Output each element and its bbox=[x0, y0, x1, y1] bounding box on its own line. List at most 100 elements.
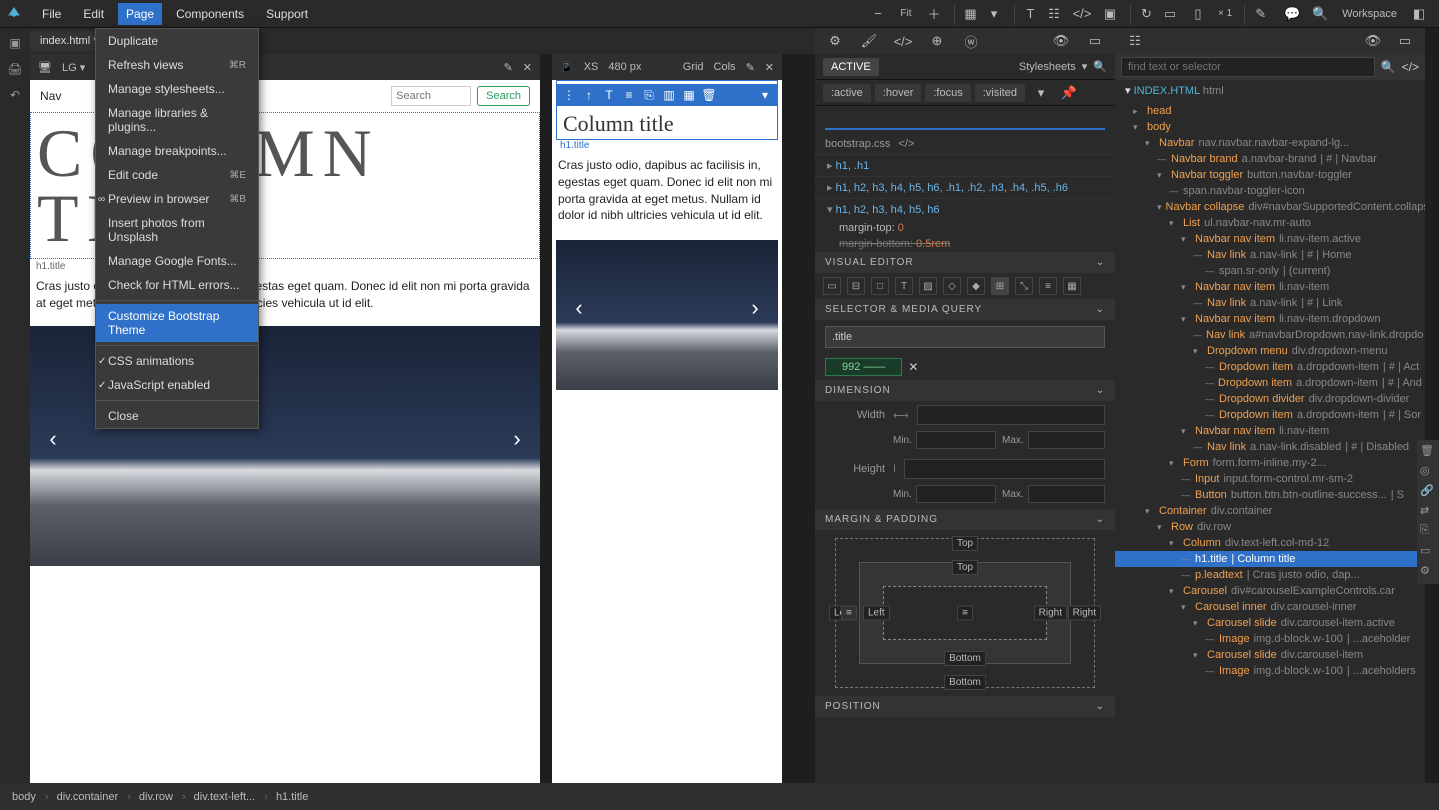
menu-item[interactable]: Manage stylesheets... bbox=[96, 77, 258, 101]
padding-top-input[interactable]: Top bbox=[952, 560, 978, 575]
tree-node[interactable]: ▾Container div.container bbox=[1115, 503, 1425, 519]
sel-col-icon[interactable]: ▥ bbox=[662, 88, 676, 102]
tree-node[interactable]: —Navbar brand a.navbar-brand | # | Navba… bbox=[1115, 151, 1425, 167]
height-input[interactable] bbox=[904, 459, 1105, 479]
breadcrumb-item[interactable]: body bbox=[12, 791, 49, 803]
lead-text[interactable]: Cras justo odio, dapibus ac facilisis in… bbox=[552, 151, 782, 230]
margin-lock-icon[interactable]: ≡ bbox=[841, 606, 857, 621]
tree-node[interactable]: —p.leadtext | Cras justo odio, dap... bbox=[1115, 567, 1425, 583]
pin-icon[interactable]: 📌 bbox=[1057, 82, 1081, 104]
carousel-prev-icon[interactable]: ‹ bbox=[38, 426, 68, 466]
breadcrumb-item[interactable]: div.row bbox=[139, 791, 186, 803]
wordpress-icon[interactable]: ⓦ bbox=[959, 30, 983, 52]
tree-node[interactable]: —Image img.d-block.w-100 | ...aceholder bbox=[1115, 631, 1425, 647]
tree-node[interactable]: ▾Column div.text-left.col-md-12 bbox=[1115, 535, 1425, 551]
layout-grid-icon[interactable]: ▦ bbox=[954, 3, 978, 25]
tree-node[interactable]: —Dropdown divider div.dropdown-divider bbox=[1115, 391, 1425, 407]
menu-item[interactable]: Manage libraries & plugins... bbox=[96, 101, 258, 139]
mq-clear-icon[interactable]: ✕ bbox=[908, 360, 918, 374]
stylesheets-menu-icon[interactable]: ▾ bbox=[1082, 60, 1088, 73]
tree-node[interactable]: —Button button.btn.btn-outline-success..… bbox=[1115, 487, 1425, 503]
tree-node[interactable]: ▾Row div.row bbox=[1115, 519, 1425, 535]
margin-top-input[interactable]: Top bbox=[952, 536, 978, 551]
sel-up-icon[interactable]: ↑ bbox=[582, 88, 596, 102]
text-tool-icon[interactable]: T bbox=[1014, 3, 1038, 25]
sel-text-icon[interactable]: T bbox=[602, 88, 616, 102]
structure-icon[interactable]: ☷ bbox=[1042, 3, 1066, 25]
tree-node[interactable]: —Nav link a#navbarDropdown.nav-link.drop… bbox=[1115, 327, 1425, 343]
tree-node[interactable]: —Nav link a.nav-link | # | Link bbox=[1115, 295, 1425, 311]
zoom-in-icon[interactable]: ＋ bbox=[922, 3, 946, 25]
feedback-icon[interactable]: 💬 bbox=[1280, 3, 1304, 25]
margin-bottom-input[interactable]: Bottom bbox=[944, 675, 986, 690]
tree-node[interactable]: ▾Navbar nav item li.nav-item bbox=[1115, 279, 1425, 295]
tree-node[interactable]: ▾Carousel inner div.carousel-inner bbox=[1115, 599, 1425, 615]
nav-brand[interactable]: Nav bbox=[40, 89, 61, 103]
code-toggle-icon[interactable]: </> bbox=[1402, 60, 1419, 74]
sel-grid-icon[interactable]: ▦ bbox=[682, 88, 696, 102]
width-input[interactable] bbox=[917, 405, 1105, 425]
brush-icon[interactable]: ✎ bbox=[1244, 3, 1268, 25]
export-icon[interactable]: 🖨 bbox=[6, 60, 24, 78]
ve-bg-icon[interactable]: ▨ bbox=[919, 277, 937, 295]
tree-node[interactable]: —Dropdown item a.dropdown-item | # | And bbox=[1115, 375, 1425, 391]
ve-shadow-icon[interactable]: ◆ bbox=[967, 277, 985, 295]
tree-node[interactable]: ▾Navbar nav item li.nav-item.dropdown bbox=[1115, 311, 1425, 327]
edit-css-icon[interactable]: ✎ bbox=[746, 61, 755, 74]
tree-node[interactable]: —Dropdown item a.dropdown-item | # | Sor bbox=[1115, 407, 1425, 423]
menu-item[interactable]: Edit code⌘E bbox=[96, 163, 258, 187]
menu-item[interactable]: ✓JavaScript enabled bbox=[96, 373, 258, 397]
viewport-2-icon[interactable]: ▯ bbox=[1186, 3, 1210, 25]
link-icon[interactable]: ⟷ bbox=[893, 409, 909, 422]
zoom-level-button[interactable]: × 1 bbox=[1214, 3, 1236, 25]
search-button[interactable]: Search bbox=[477, 86, 530, 106]
workspace-button[interactable]: Workspace bbox=[1336, 8, 1403, 20]
page-icon[interactable]: ▣ bbox=[1098, 3, 1122, 25]
tree-node[interactable]: —Input input.form-control.mr-sm-2 bbox=[1115, 471, 1425, 487]
ve-flex-icon[interactable]: ⊞ bbox=[991, 277, 1009, 295]
tree-node[interactable]: ▸head bbox=[1115, 103, 1425, 119]
carousel[interactable]: ‹ › bbox=[556, 240, 778, 390]
tree-node[interactable]: ▾Navbar toggler button.navbar-toggler bbox=[1115, 167, 1425, 183]
tree-node[interactable]: ▾Dropdown menu div.dropdown-menu bbox=[1115, 343, 1425, 359]
carousel-next-icon[interactable]: › bbox=[502, 426, 532, 466]
close-view-icon[interactable]: ✕ bbox=[523, 61, 532, 74]
ve-box-icon[interactable]: □ bbox=[871, 277, 889, 295]
ve-dash-icon[interactable]: ⊟ bbox=[847, 277, 865, 295]
menu-item[interactable]: Manage breakpoints... bbox=[96, 139, 258, 163]
tree-node[interactable]: ▾Form form.form-inline.my-2... bbox=[1115, 455, 1425, 471]
max-height-input[interactable] bbox=[1028, 485, 1105, 503]
menu-item[interactable]: Manage Google Fonts... bbox=[96, 249, 258, 273]
css-property[interactable]: margin-top: 0 bbox=[815, 220, 1115, 236]
padding-left-input[interactable]: Left bbox=[863, 606, 890, 621]
tree-node[interactable]: ▾body bbox=[1115, 119, 1425, 135]
padding-bottom-input[interactable]: Bottom bbox=[944, 651, 986, 666]
device-icon[interactable]: 📱 bbox=[560, 61, 574, 74]
dimension-header[interactable]: DIMENSION⌄ bbox=[815, 380, 1115, 401]
text-cursor-icon[interactable]: I bbox=[893, 463, 896, 475]
styles-search-icon[interactable]: 🔍 bbox=[1093, 60, 1107, 73]
close-view-icon[interactable]: ✕ bbox=[765, 61, 774, 74]
menu-support[interactable]: Support bbox=[258, 3, 316, 25]
menu-item[interactable]: Insert photos from Unsplash bbox=[96, 211, 258, 249]
max-width-input[interactable] bbox=[1028, 431, 1105, 449]
tree-node[interactable]: —Dropdown item a.dropdown-item | # | Act bbox=[1115, 359, 1425, 375]
menu-components[interactable]: Components bbox=[168, 3, 252, 25]
tree-node[interactable]: ▾Navbar nav item li.nav-item bbox=[1115, 423, 1425, 439]
css-rule[interactable]: h1, .h1 bbox=[815, 154, 1115, 176]
code-icon[interactable]: </> bbox=[1070, 3, 1094, 25]
menu-item[interactable]: Check for HTML errors... bbox=[96, 273, 258, 297]
ve-border-icon[interactable]: ◇ bbox=[943, 277, 961, 295]
code-icon[interactable]: </> bbox=[891, 30, 915, 52]
sel-menu-icon[interactable]: ⋮ bbox=[562, 88, 576, 102]
trash-icon[interactable]: 🗑 bbox=[1420, 444, 1436, 460]
menu-edit[interactable]: Edit bbox=[75, 3, 112, 25]
zoom-out-icon[interactable]: − bbox=[866, 3, 890, 25]
menu-item[interactable]: Refresh views⌘R bbox=[96, 53, 258, 77]
viewport-1-icon[interactable]: ▭ bbox=[1158, 3, 1182, 25]
undo-icon[interactable]: ↶ bbox=[6, 86, 24, 104]
preview-xs[interactable]: ⋮ ↑ T ≡ ⎘ ▥ ▦ 🗑 ▾ Column title h1.title … bbox=[552, 80, 782, 783]
plus-panel-icon[interactable]: ⊕ bbox=[925, 30, 949, 52]
css-property[interactable]: margin-bottom: 0.5rem bbox=[815, 236, 1115, 252]
reload-icon[interactable]: ↻ bbox=[1130, 3, 1154, 25]
